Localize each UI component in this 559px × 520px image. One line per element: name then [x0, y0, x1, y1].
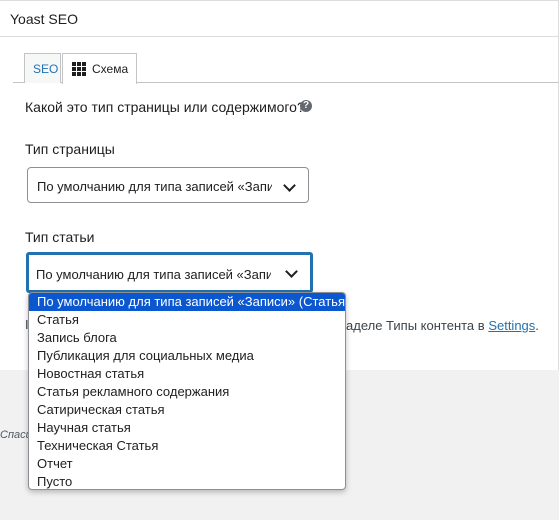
dropdown-option[interactable]: Техническая Статья: [29, 437, 345, 455]
dropdown-option[interactable]: По умолчанию для типа записей «Записи» (…: [29, 293, 345, 311]
chevron-down-icon: [285, 265, 298, 278]
tab-schema-label: Схема: [92, 62, 129, 76]
dropdown-option[interactable]: Запись блога: [29, 329, 345, 347]
page-type-label: Тип страницы: [25, 141, 115, 157]
help-icon[interactable]: ?: [300, 100, 312, 112]
panel-header[interactable]: Yoast SEO: [0, 1, 559, 37]
dropdown-option[interactable]: Сатирическая статья: [29, 401, 345, 419]
footer-text: Спаси: [0, 429, 32, 441]
hint-text: аделе Типы контента в Settings.: [346, 318, 539, 333]
article-type-value: По умолчанию для типа записей «Записи» (…: [36, 267, 271, 282]
dropdown-option[interactable]: Новостная статья: [29, 365, 345, 383]
dropdown-option[interactable]: Публикация для социальных медиа: [29, 347, 345, 365]
dropdown-option[interactable]: Статья: [29, 311, 345, 329]
tab-schema[interactable]: Схема: [62, 53, 137, 84]
settings-link[interactable]: Settings: [488, 318, 535, 333]
article-type-label: Тип статьи: [25, 229, 95, 245]
chevron-down-icon: [283, 179, 296, 192]
hint-period: .: [535, 318, 539, 333]
page-type-select[interactable]: По умолчанию для типа записей «Записи» (…: [27, 167, 309, 203]
dropdown-option[interactable]: Научная статья: [29, 419, 345, 437]
grid-icon: [72, 62, 86, 76]
page-type-value: По умолчанию для типа записей «Записи» (…: [37, 179, 272, 194]
content-type-question: Какой это тип страницы или содержимого?: [25, 99, 305, 115]
hint-text-end: аделе Типы контента в: [346, 318, 485, 333]
tab-seo-label: SEO: [33, 62, 59, 76]
article-type-dropdown[interactable]: По умолчанию для типа записей «Записи» (…: [28, 292, 346, 490]
article-type-select[interactable]: По умолчанию для типа записей «Записи» (…: [27, 253, 312, 292]
dropdown-option[interactable]: Пусто: [29, 473, 345, 489]
dropdown-option[interactable]: Отчет: [29, 455, 345, 473]
tab-seo[interactable]: SEO: [24, 53, 61, 83]
panel-title: Yoast SEO: [10, 11, 78, 27]
dropdown-option[interactable]: Статья рекламного содержания: [29, 383, 345, 401]
